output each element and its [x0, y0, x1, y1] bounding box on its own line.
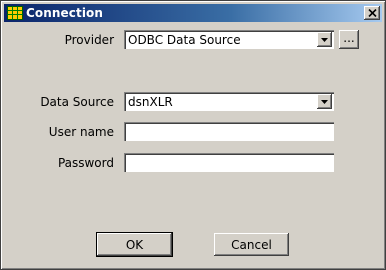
chevron-down-icon	[321, 99, 328, 104]
browse-provider-button[interactable]: ...	[339, 30, 359, 49]
data-source-dropdown-button[interactable]	[317, 94, 332, 109]
password-label: Password	[57, 156, 114, 170]
provider-label: Provider	[64, 33, 114, 47]
cancel-button[interactable]: Cancel	[214, 233, 289, 256]
provider-dropdown-button[interactable]	[317, 32, 332, 47]
window-title: Connection	[26, 6, 104, 20]
title-bar[interactable]: Connection	[4, 4, 382, 22]
close-button[interactable]	[364, 6, 380, 20]
ok-button[interactable]: OK	[96, 232, 173, 257]
user-name-input[interactable]	[124, 122, 334, 141]
grid-app-icon	[7, 6, 23, 20]
data-source-select[interactable]: dsnXLR	[124, 92, 334, 111]
close-icon	[367, 9, 377, 17]
provider-value: ODBC Data Source	[128, 32, 241, 47]
chevron-down-icon	[321, 37, 328, 42]
provider-select[interactable]: ODBC Data Source	[124, 30, 334, 49]
data-source-value: dsnXLR	[128, 94, 173, 109]
password-input[interactable]	[124, 153, 334, 172]
connection-dialog: Connection Provider ODBC Data Source ...…	[0, 0, 386, 270]
user-name-label: User name	[48, 125, 114, 139]
data-source-label: Data Source	[40, 95, 114, 109]
